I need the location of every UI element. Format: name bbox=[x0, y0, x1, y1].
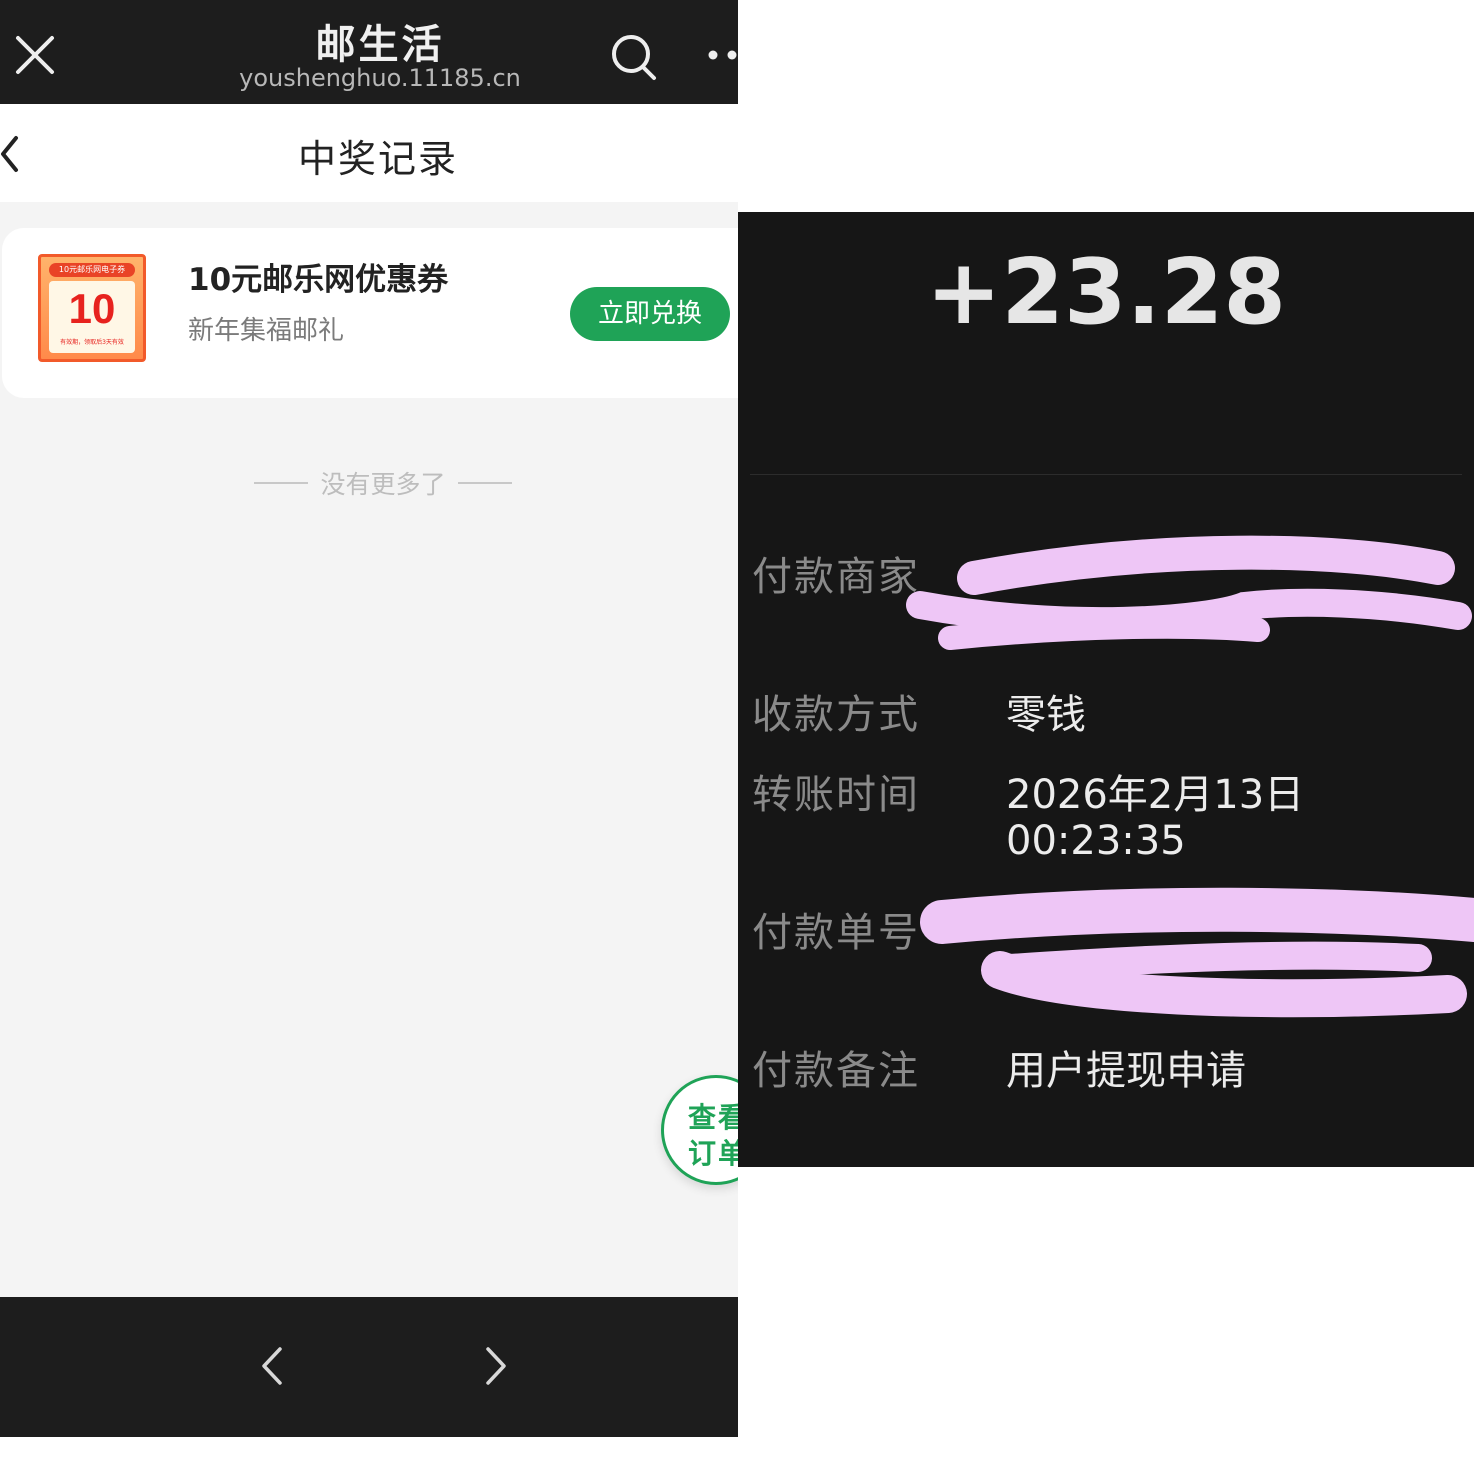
list-end-text: 没有更多了 bbox=[320, 470, 446, 499]
remark-value: 用户提现申请 bbox=[1006, 1048, 1246, 1094]
remark-label: 付款备注 bbox=[752, 1048, 920, 1094]
coupon-amount: 10 bbox=[68, 285, 116, 332]
youshenghuo-app-screen: 邮生活 youshenghuo.11185.cn 中奖记录 10元邮乐网电子券 … bbox=[0, 0, 738, 1437]
view-orders-line2: 订单 bbox=[688, 1137, 738, 1170]
more-icon[interactable] bbox=[702, 40, 738, 70]
payment-detail-screen: +23.28 付款商家 收款方式 零钱 转账时间 2026年2月13日 00:2… bbox=[738, 212, 1474, 1167]
order-number-label: 付款单号 bbox=[752, 910, 920, 956]
chevron-right-icon[interactable] bbox=[476, 1343, 516, 1389]
prize-source: 新年集福邮礼 bbox=[188, 316, 345, 346]
merchant-label: 付款商家 bbox=[752, 554, 920, 600]
view-orders-button[interactable]: 查看 订单 bbox=[661, 1075, 738, 1185]
method-label: 收款方式 bbox=[752, 692, 920, 738]
time-date: 2026年2月13日 bbox=[1006, 772, 1305, 818]
view-orders-line1: 查看 bbox=[688, 1101, 738, 1134]
search-icon[interactable] bbox=[606, 30, 662, 86]
coupon-inner: 10 有效期，领取后3天有效 bbox=[49, 281, 135, 353]
browser-bottom-bar bbox=[0, 1297, 738, 1437]
browser-title-bar: 邮生活 youshenghuo.11185.cn bbox=[0, 0, 738, 104]
time-label: 转账时间 bbox=[752, 772, 920, 818]
method-value: 零钱 bbox=[1006, 692, 1086, 738]
list-end-indicator: 没有更多了 bbox=[254, 466, 512, 500]
coupon-fine-print: 有效期，领取后3天有效 bbox=[60, 339, 124, 346]
prize-record-card: 10元邮乐网电子券 10 有效期，领取后3天有效 10元邮乐网优惠券 新年集福邮… bbox=[2, 228, 738, 398]
payment-amount: +23.28 bbox=[925, 240, 1287, 345]
time-clock: 00:23:35 bbox=[1006, 818, 1186, 864]
divider-left bbox=[254, 482, 308, 484]
prize-name: 10元邮乐网优惠券 bbox=[188, 262, 449, 298]
divider-right bbox=[457, 482, 512, 484]
page-header: 中奖记录 bbox=[0, 104, 738, 202]
page-title: 中奖记录 bbox=[297, 137, 458, 181]
divider bbox=[750, 474, 1462, 475]
coupon-strip-text: 10元邮乐网电子券 bbox=[49, 263, 135, 277]
chevron-left-icon[interactable] bbox=[254, 1343, 294, 1389]
redeem-button[interactable]: 立即兑换 bbox=[570, 287, 730, 341]
coupon-thumbnail: 10元邮乐网电子券 10 有效期，领取后3天有效 bbox=[38, 254, 146, 362]
